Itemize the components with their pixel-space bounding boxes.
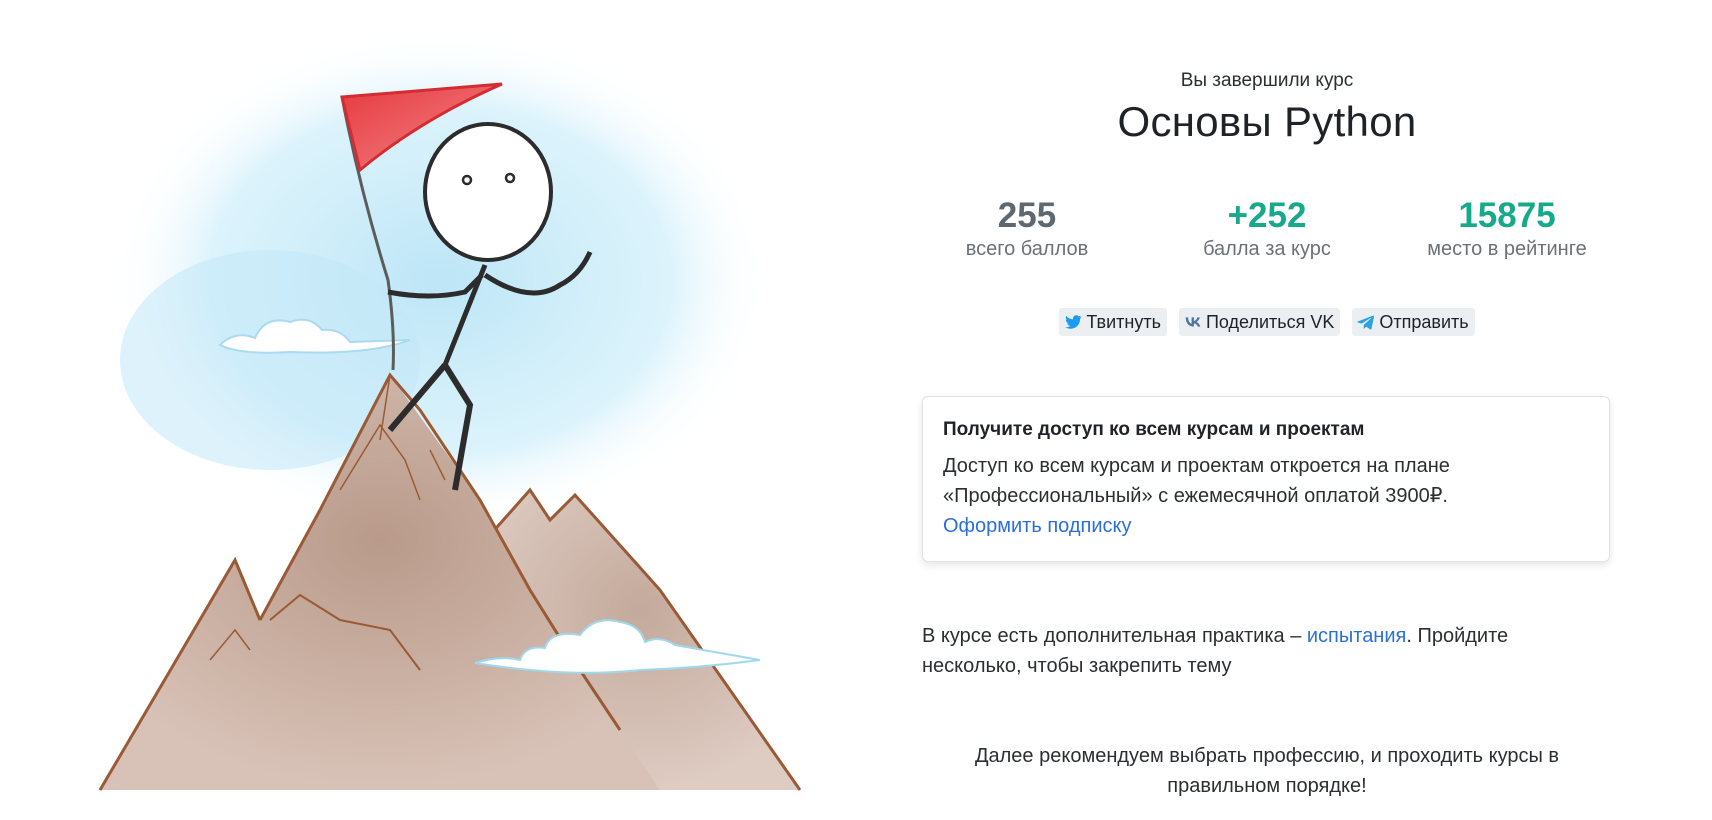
- next-step-recommendation: Далее рекомендуем выбрать профессию, и п…: [974, 745, 1560, 797]
- stat-course-points-label: балла за курс: [1203, 238, 1331, 260]
- share-buttons: Твитнуть Поделиться VK Отправить: [922, 308, 1612, 336]
- twitter-share-button[interactable]: Твитнуть: [1059, 308, 1167, 336]
- challenges-link[interactable]: испытания: [1307, 625, 1406, 647]
- vk-icon: [1183, 312, 1203, 332]
- stat-rating-place: 15875 место в рейтинге: [1407, 196, 1607, 262]
- subscription-promo-card: Получите доступ ко всем курсам и проекта…: [922, 396, 1610, 562]
- vk-share-label: Поделиться VK: [1205, 312, 1335, 332]
- promo-description: Доступ ко всем курсам и проектам откроет…: [943, 455, 1450, 507]
- promo-text: Доступ ко всем курсам и проектам откроет…: [943, 451, 1589, 541]
- extra-practice-note: В курсе есть дополнительная практика – и…: [922, 621, 1562, 681]
- summit-illustration: [60, 30, 860, 820]
- stat-total-points-label: всего баллов: [965, 238, 1089, 260]
- stickman-mountain-image: [98, 30, 802, 791]
- telegram-share-label: Отправить: [1379, 312, 1469, 332]
- stat-rating-place-label: место в рейтинге: [1427, 238, 1587, 260]
- course-complete-page: Вы завершили курс Основы Python 255 всег…: [0, 0, 1712, 820]
- subscribe-link[interactable]: Оформить подписку: [943, 515, 1131, 537]
- completion-subtitle: Вы завершили курс: [1180, 70, 1354, 91]
- stat-course-points: +252 балла за курс: [1167, 196, 1367, 262]
- course-title: Основы Python: [1117, 98, 1417, 145]
- twitter-icon: [1063, 312, 1083, 332]
- stats-row: 255 всего баллов +252 балла за курс 1587…: [922, 196, 1612, 276]
- telegram-icon: [1356, 312, 1376, 332]
- promo-title: Получите доступ ко всем курсам и проекта…: [943, 419, 1365, 440]
- stat-rating-place-value: 15875: [1458, 196, 1556, 235]
- twitter-share-label: Твитнуть: [1086, 312, 1161, 332]
- stat-total-points-value: 255: [997, 196, 1057, 235]
- stat-total-points: 255 всего баллов: [927, 196, 1127, 262]
- telegram-share-button[interactable]: Отправить: [1352, 308, 1475, 336]
- stat-course-points-value: +252: [1227, 196, 1307, 235]
- practice-text-before: В курсе есть дополнительная практика –: [922, 625, 1307, 647]
- vk-share-button[interactable]: Поделиться VK: [1178, 308, 1341, 336]
